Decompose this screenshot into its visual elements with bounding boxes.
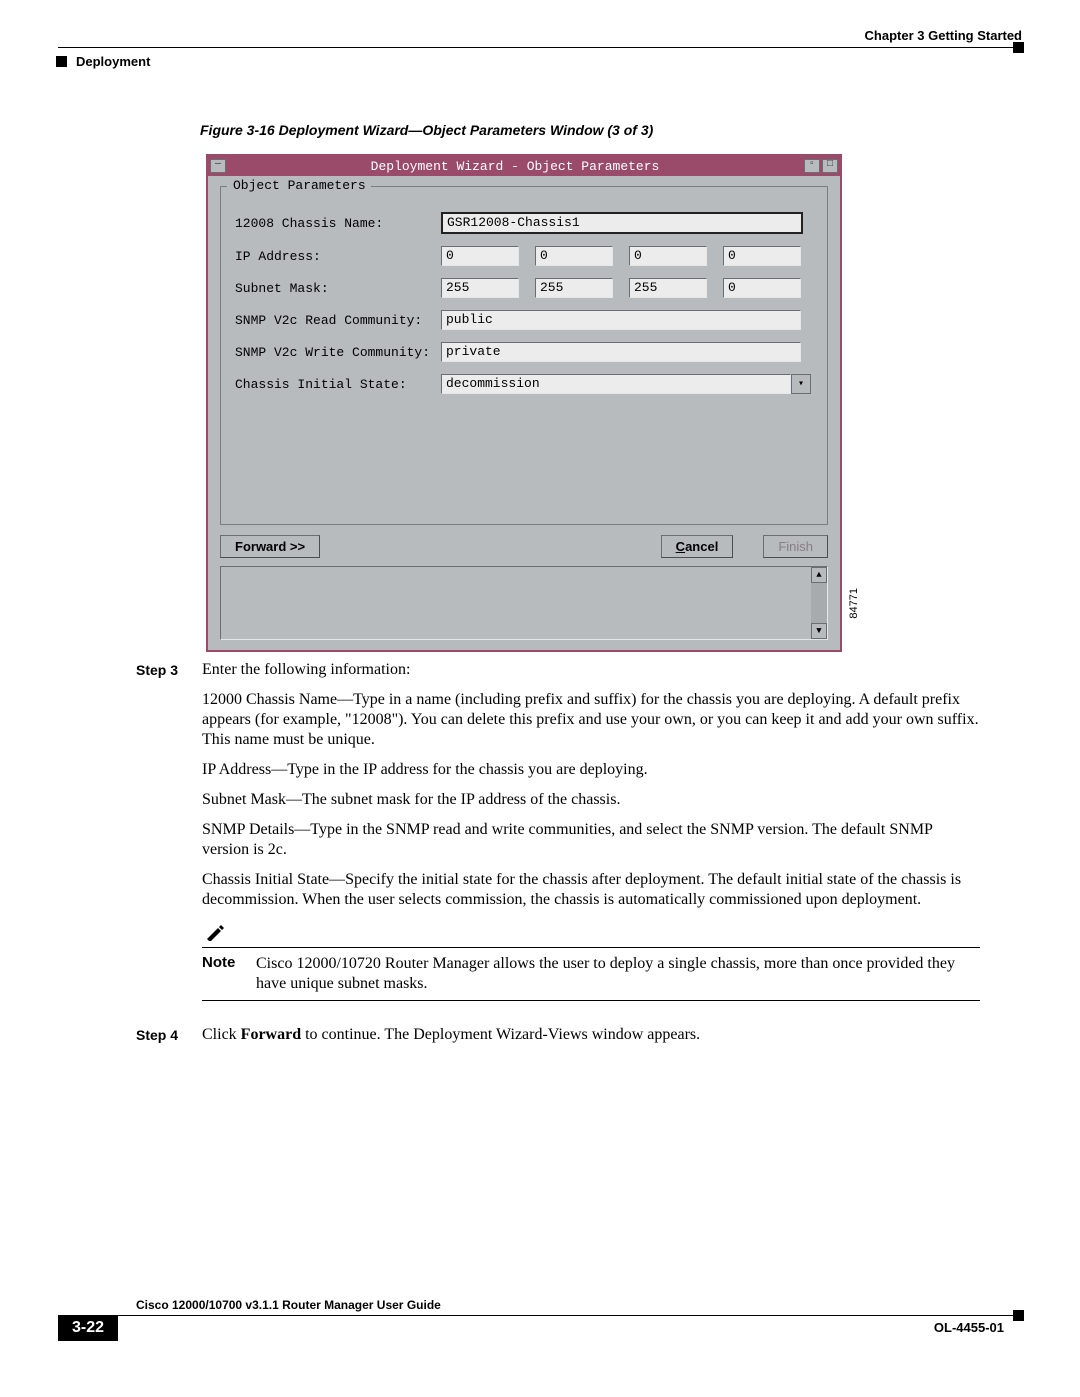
chapter-header: Chapter 3 Getting Started [58,28,1022,43]
mask-octet-3-input[interactable]: 255 [629,278,707,298]
ip-octet-1-input[interactable]: 0 [441,246,519,266]
page-number: 3-22 [58,1315,118,1341]
window-title: Deployment Wizard - Object Parameters [226,159,804,174]
step-3-p1: 12000 Chassis Name—Type in a name (inclu… [202,690,980,750]
step-3-label: Step 3 [136,660,202,1015]
ip-address-label: IP Address: [235,249,441,264]
group-legend: Object Parameters [229,178,370,193]
snmp-write-input[interactable]: private [441,342,801,362]
subnet-mask-label: Subnet Mask: [235,281,441,296]
log-area: ▲ ▼ [220,566,828,640]
image-id: 84771 [848,588,860,619]
scroll-down-icon[interactable]: ▼ [811,623,827,639]
forward-button[interactable]: Forward >> [220,535,320,558]
initial-state-select[interactable]: decommission [441,374,791,394]
scrollbar[interactable]: ▲ ▼ [811,567,827,639]
step-3-p5: Chassis Initial State—Specify the initia… [202,870,980,910]
mask-octet-4-input[interactable]: 0 [723,278,801,298]
step-3-p2: IP Address—Type in the IP address for th… [202,760,980,780]
ip-octet-4-input[interactable]: 0 [723,246,801,266]
section-header: Deployment [76,54,150,69]
object-parameters-group: Object Parameters 12008 Chassis Name: GS… [220,186,828,525]
snmp-read-input[interactable]: public [441,310,801,330]
figure-caption: Figure 3-16 Deployment Wizard—Object Par… [200,122,653,138]
note-text: Cisco 12000/10720 Router Manager allows … [256,954,980,994]
chassis-name-label: 12008 Chassis Name: [235,216,441,231]
scroll-up-icon[interactable]: ▲ [811,567,827,583]
header-marker-icon [1013,42,1024,53]
window-menu-icon[interactable]: — [210,159,226,173]
initial-state-label: Chassis Initial State: [235,377,441,392]
section-marker-icon [56,56,67,67]
minimize-icon[interactable]: ▫ [804,159,820,173]
footer-guide-title: Cisco 12000/10700 v3.1.1 Router Manager … [136,1298,1022,1312]
scroll-track[interactable] [811,583,827,623]
mask-octet-2-input[interactable]: 255 [535,278,613,298]
step-3-intro: Enter the following information: [202,660,980,680]
chassis-name-input[interactable]: GSR12008-Chassis1 [441,212,803,234]
ip-octet-2-input[interactable]: 0 [535,246,613,266]
deployment-wizard-window: — Deployment Wizard - Object Parameters … [206,154,842,652]
snmp-write-label: SNMP V2c Write Community: [235,345,441,360]
dropdown-arrow-icon[interactable]: ▾ [791,374,811,394]
footer-doc-code: OL-4455-01 [934,1320,1004,1335]
maximize-icon[interactable]: □ [822,159,838,173]
cancel-button[interactable]: Cancel [661,535,734,558]
snmp-read-label: SNMP V2c Read Community: [235,313,441,328]
mask-octet-1-input[interactable]: 255 [441,278,519,298]
note-label: Note [202,954,256,994]
footer-marker-icon [1013,1310,1024,1321]
step-4-label: Step 4 [136,1025,202,1055]
window-titlebar: — Deployment Wizard - Object Parameters … [208,156,840,176]
ip-octet-3-input[interactable]: 0 [629,246,707,266]
note-pencil-icon [202,924,234,948]
finish-button: Finish [763,535,828,558]
step-3-p4: SNMP Details—Type in the SNMP read and w… [202,820,980,860]
step-3-p3: Subnet Mask—The subnet mask for the IP a… [202,790,980,810]
step-4-text: Click Forward to continue. The Deploymen… [202,1025,980,1045]
